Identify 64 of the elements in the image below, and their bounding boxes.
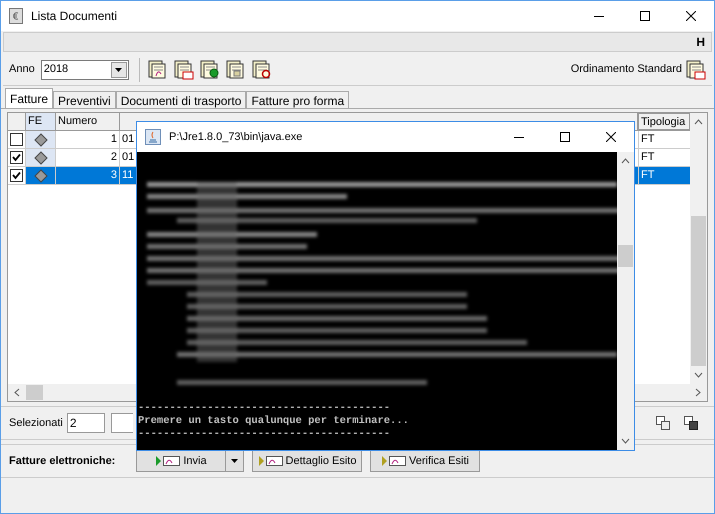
console-scrollbar[interactable] (617, 152, 634, 450)
calendar-document-icon[interactable] (686, 60, 706, 80)
scroll-thumb[interactable] (691, 216, 706, 366)
select-all-icon[interactable] (684, 416, 698, 430)
scroll-up-icon (694, 119, 703, 125)
action-button[interactable]: Verifica Esiti (370, 450, 480, 472)
action-button[interactable]: Invia (136, 450, 226, 472)
scroll-right-icon (695, 388, 701, 397)
table-cell: 3 (56, 167, 120, 184)
console-text: ---------------------------------------- (137, 428, 392, 441)
console-text: Premere un tasto qualunque per terminare... (137, 415, 410, 428)
selected-count-field[interactable]: 2 (66, 413, 105, 433)
column-header[interactable]: FE (26, 113, 56, 130)
caret-icon (231, 459, 238, 463)
table-cell: 2 (56, 149, 120, 166)
table-cell-text: 11 (121, 168, 134, 183)
header-label: H (696, 34, 705, 51)
scroll-down-icon (694, 372, 703, 378)
row-checkbox[interactable] (10, 133, 23, 146)
input-field[interactable] (110, 413, 133, 433)
minimize-icon (514, 136, 524, 138)
deselect-icon[interactable] (656, 416, 670, 430)
maximize-icon (640, 11, 650, 21)
column-header[interactable]: Numero (56, 113, 120, 130)
column-header[interactable]: Tipologia (638, 113, 690, 130)
caret-icon (115, 68, 122, 72)
app-icon (9, 8, 23, 24)
sdi-icon (381, 455, 408, 467)
tab[interactable]: Preventivi (53, 91, 116, 108)
document-icon[interactable] (252, 60, 272, 80)
tab[interactable]: Documenti di trasporto (116, 91, 246, 108)
vertical-scrollbar[interactable] (690, 113, 707, 384)
year-label: Anno (9, 62, 35, 78)
e-invoices-label: Fatture elettroniche: (9, 454, 116, 469)
row-checkbox[interactable] (10, 151, 23, 164)
console-text: ---------------------------------------- (137, 402, 392, 415)
window-title: Lista Documenti (31, 8, 118, 25)
action-button[interactable]: Dettaglio Esito (252, 450, 362, 472)
selected-label: Selezionati (9, 416, 63, 431)
dropdown-button[interactable] (226, 450, 244, 472)
scroll-thumb[interactable] (618, 245, 633, 267)
document-icon[interactable] (174, 60, 194, 80)
maximize-icon (560, 132, 570, 142)
scroll-down-icon (621, 438, 630, 444)
close-icon (606, 132, 616, 142)
sdi-icon (258, 455, 284, 467)
document-icon[interactable] (200, 60, 220, 80)
sdi-icon (155, 455, 182, 467)
table-cell-text: 01 (121, 150, 136, 165)
scroll-left-icon (14, 388, 20, 397)
tab[interactable]: Fatture (5, 88, 54, 108)
scroll-up-icon (621, 158, 630, 164)
console-title: P:\Jre1.8.0_73\bin\java.exe (169, 130, 302, 145)
java-icon (145, 129, 161, 145)
sort-label: Ordinamento Standard (570, 62, 682, 78)
table-cell: 1 (56, 131, 120, 148)
row-checkbox[interactable] (10, 169, 23, 182)
tab[interactable]: Fatture pro forma (246, 91, 350, 108)
scroll-thumb[interactable] (26, 385, 43, 400)
table-cell-text: 01 (121, 132, 136, 147)
document-icon[interactable] (226, 60, 246, 80)
year-dropdown[interactable]: 2018 (40, 60, 129, 80)
document-icon[interactable] (148, 60, 168, 80)
close-icon (686, 11, 696, 21)
